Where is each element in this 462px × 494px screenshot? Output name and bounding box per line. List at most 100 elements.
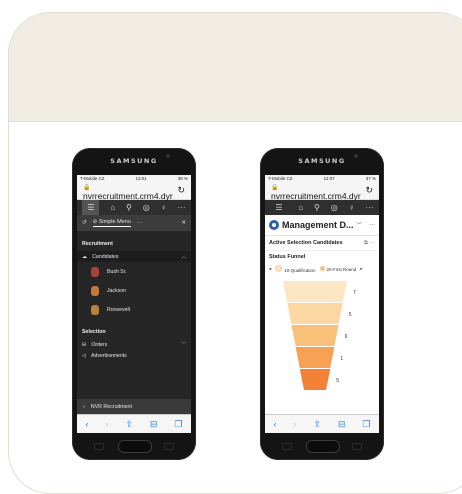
chart-title: Status Funnel (269, 254, 306, 260)
data-label: 6 (345, 334, 348, 340)
battery: 38 % (177, 176, 188, 181)
menu-item-orders[interactable]: ⛁ Orders ﹀ (77, 339, 191, 350)
list-item[interactable]: Roosevelt (77, 300, 191, 319)
sitemap-menu: Recruitment ☁ Candidates ︿ Bush Sr. Jack… (77, 231, 191, 405)
url-text: nvrrecruitment.crm4.dyr (83, 190, 173, 201)
menu-item-label: Advertisements (91, 352, 127, 359)
menu-header: ↺ ⊘ Simple Menu ··· ✕ (77, 215, 191, 231)
forward-icon[interactable]: › (293, 419, 296, 429)
list-item[interactable]: Bush Sr. (77, 262, 191, 281)
address-bar[interactable]: 🔒nvrrecruitment.crm4.dyr ↻ (265, 182, 379, 201)
section-title: Active Selection Candidates (269, 240, 343, 246)
forward-icon[interactable]: › (105, 419, 108, 429)
menu-item-label: Orders (91, 341, 108, 348)
menu-item-candidates[interactable]: ☁ Candidates ︿ (77, 251, 191, 262)
tab-label: Simple Menu (98, 219, 131, 225)
tabs-icon[interactable]: ❐ (174, 419, 182, 430)
data-label: 5 (349, 312, 352, 318)
more-icon[interactable]: ··· (370, 222, 376, 228)
person-name: Roosevelt (107, 306, 131, 313)
url-text: nvrrecruitment.crm4.dyr (271, 190, 361, 201)
browser-toolbar: ‹ › ⇧ ⊟ ❐ (77, 414, 191, 433)
app-name: NVR Recruitment (90, 404, 132, 410)
more-icon[interactable]: ··· (137, 220, 143, 226)
orders-icon: ⛁ (82, 341, 87, 348)
battery: 37 % (365, 176, 376, 181)
card-header (9, 13, 462, 122)
phone-brand: SAMSUNG (298, 157, 346, 165)
funnel-segment[interactable] (287, 303, 343, 324)
lightbulb-icon[interactable]: ♀ (161, 203, 167, 212)
share-icon[interactable]: ⇧ (125, 419, 133, 430)
crm-navbar: ☰ ⌂ ⚲ ◎ ♀ ··· (265, 200, 379, 215)
phone-screen-right: T-Mobile CZ 11:07 37 % 🔒nvrrecruitment.c… (265, 175, 379, 433)
lightbulb-icon[interactable]: ♀ (349, 203, 355, 212)
legend-next-icon[interactable]: ▸ (360, 266, 362, 272)
menu-item-label: Candidates (92, 253, 119, 260)
bookmarks-icon[interactable]: ⊟ (150, 419, 158, 430)
search-icon[interactable]: ⚲ (314, 203, 320, 212)
back-icon[interactable]: ‹ (85, 419, 88, 429)
address-bar[interactable]: 🔒nvrrecruitment.crm4.dyr ↻ (77, 182, 191, 201)
close-icon[interactable]: ✕ (181, 220, 186, 226)
hamburger-icon[interactable]: ☰ (270, 200, 287, 215)
users-icon: ☁ (82, 253, 88, 260)
phone-brand: SAMSUNG (110, 157, 158, 165)
bookmarks-icon[interactable]: ⊟ (338, 419, 346, 430)
megaphone-icon: ◁ (82, 352, 86, 359)
list-item[interactable]: Jackson (77, 281, 191, 300)
share-icon[interactable]: ⇧ (313, 419, 321, 430)
phone-right: SAMSUNG T-Mobile CZ 11:07 37 % 🔒nvrrecru… (260, 148, 384, 460)
phone-left: SAMSUNG T-Mobile CZ 11:01 38 % 🔒nvrrecru… (72, 148, 196, 460)
back-icon[interactable]: ‹ (273, 419, 276, 429)
funnel-segment[interactable] (299, 369, 331, 390)
dashboard-logo-icon (269, 220, 279, 230)
section-recruitment: Recruitment (82, 241, 113, 247)
dashboard-header: Management D... ﹀ ··· (265, 215, 379, 236)
person-name: Bush Sr. (107, 268, 127, 275)
page-title: Management D... (282, 220, 354, 230)
chevron-down-icon[interactable]: ﹀ (357, 221, 363, 229)
back-key (164, 443, 174, 450)
avatar (91, 304, 99, 315)
recent-apps-key (282, 443, 292, 450)
recent-apps-key (94, 443, 104, 450)
legend-entry: 10-Qualification (275, 265, 316, 273)
menu-item-advertisements[interactable]: ◁ Advertisements (77, 350, 191, 361)
hamburger-icon[interactable]: ☰ (82, 200, 100, 215)
chart-legend: ◂ 10-Qualification 20-First Round ▸ (265, 263, 379, 275)
reload-icon[interactable]: ↻ (177, 185, 185, 196)
expand-icon[interactable]: ⧉ ··· (364, 240, 375, 247)
funnel-segment[interactable] (283, 281, 347, 302)
reload-icon[interactable]: ↻ (365, 185, 373, 196)
task-icon[interactable]: ◎ (143, 203, 150, 212)
chevron-left-icon: ‹ (83, 404, 85, 410)
tab-simple-menu[interactable]: ⊘ Simple Menu (92, 219, 131, 227)
legend-prev-icon[interactable]: ◂ (269, 266, 271, 272)
more-icon[interactable]: ··· (366, 203, 374, 212)
section-selection: Selection (82, 329, 106, 335)
chevron-up-icon: ︿ (180, 254, 186, 260)
more-icon[interactable]: ··· (178, 203, 186, 212)
legend-label: 10-Qualification (284, 268, 316, 273)
home-button (118, 440, 152, 453)
legend-entry: 20-First Round (319, 266, 357, 272)
person-name: Jackson (107, 287, 127, 294)
avatar (91, 266, 99, 277)
funnel-segment[interactable] (291, 325, 339, 346)
home-icon[interactable]: ⌂ (110, 203, 115, 212)
search-icon[interactable]: ⚲ (126, 203, 132, 212)
pin-icon: ⊘ (92, 219, 98, 225)
home-button (306, 440, 340, 453)
funnel-segment[interactable] (295, 347, 335, 368)
home-icon[interactable]: ⌂ (298, 203, 303, 212)
legend-label: 20-First Round (326, 267, 357, 272)
task-icon[interactable]: ◎ (331, 203, 338, 212)
data-label: 7 (353, 290, 356, 296)
browser-toolbar: ‹ › ⇧ ⊟ ❐ (265, 414, 379, 433)
section-header: Active Selection Candidates ⧉ ··· (265, 236, 379, 251)
history-icon[interactable]: ↺ (82, 220, 87, 226)
app-switcher[interactable]: ‹ NVR Recruitment (77, 399, 191, 415)
chevron-down-icon: ﹀ (180, 342, 186, 348)
tabs-icon[interactable]: ❐ (362, 419, 370, 430)
